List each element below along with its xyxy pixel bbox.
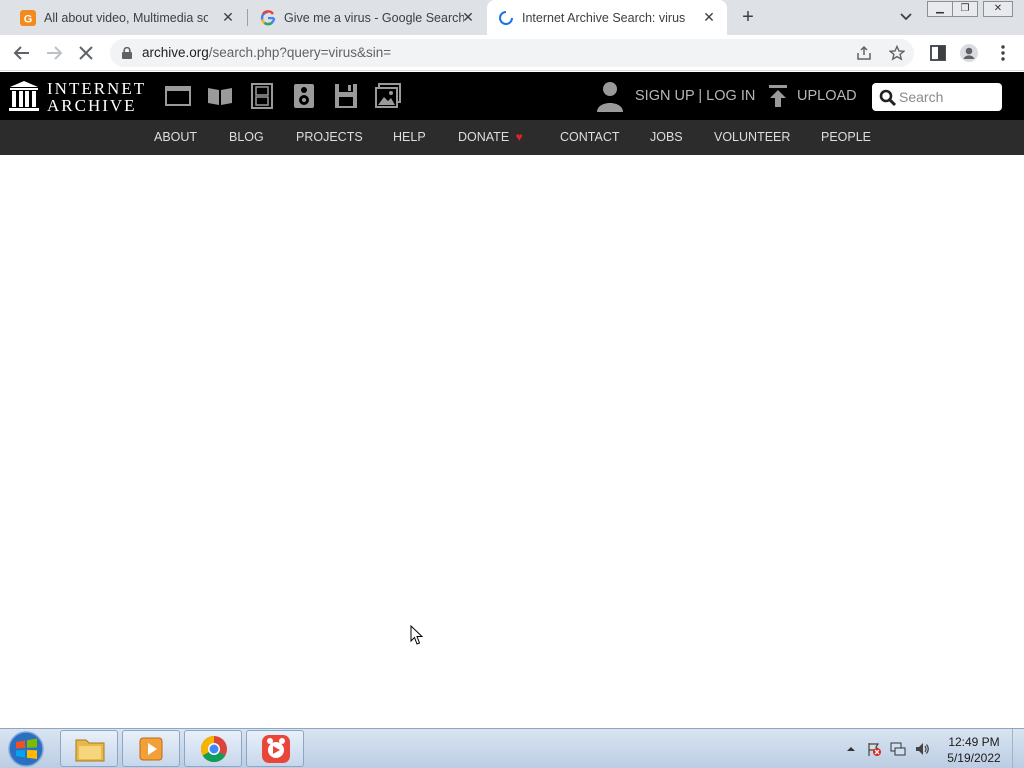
nav-blog[interactable]: BLOG xyxy=(229,130,264,144)
nav-projects[interactable]: PROJECTS xyxy=(296,130,363,144)
url-path: /search.php?query=virus&sin= xyxy=(208,45,392,60)
share-icon[interactable] xyxy=(856,45,872,61)
windows-taskbar: 12:49 PM 5/19/2022 xyxy=(0,728,1024,768)
browser-toolbar: archive.org/search.php?query=virus&sin= xyxy=(0,35,1024,71)
tab-google-search[interactable]: Give me a virus - Google Search ✕ xyxy=(248,0,486,35)
action-center-flag-icon[interactable] xyxy=(866,741,882,757)
menu-kebab-icon[interactable] xyxy=(993,43,1013,63)
tab-title: Internet Archive Search: virus xyxy=(522,10,686,25)
close-window-button[interactable]: ✕ xyxy=(983,1,1013,17)
archive-logo-icon[interactable] xyxy=(9,80,39,112)
minimize-window-button[interactable]: ▁ xyxy=(927,1,953,17)
nav-help[interactable]: HELP xyxy=(393,130,426,144)
side-panel-icon[interactable] xyxy=(928,43,948,63)
mouse-cursor-icon xyxy=(410,625,424,645)
archive-nav: ABOUT BLOG PROJECTS HELP DONATE ♥ CONTAC… xyxy=(0,120,1024,155)
page-content-area xyxy=(0,155,1024,728)
close-tab-icon[interactable]: ✕ xyxy=(220,9,236,25)
user-icon[interactable] xyxy=(596,80,624,112)
orange-g-favicon: G xyxy=(20,9,36,26)
upload-link[interactable]: UPLOAD xyxy=(797,88,857,104)
close-tab-icon[interactable]: ✕ xyxy=(701,9,717,25)
tab-archive-search[interactable]: Internet Archive Search: virus ✕ xyxy=(487,0,727,35)
nav-donate[interactable]: DONATE ♥ xyxy=(458,130,523,144)
heart-icon: ♥ xyxy=(515,130,523,144)
nav-contact[interactable]: CONTACT xyxy=(560,130,620,144)
taskbar-media-player[interactable] xyxy=(122,730,180,767)
taskbar-gom-player[interactable] xyxy=(246,730,304,767)
logo-line-2: ARCHIVE xyxy=(47,96,137,115)
upload-icon[interactable] xyxy=(768,84,788,108)
nav-people[interactable]: PEOPLE xyxy=(821,130,871,144)
tab-search-chevron-icon[interactable] xyxy=(898,8,914,24)
url-host: archive.org xyxy=(142,45,209,60)
nav-about[interactable]: ABOUT xyxy=(154,130,197,144)
archive-search-box[interactable] xyxy=(872,83,1002,111)
profile-avatar-icon[interactable] xyxy=(959,43,979,63)
signup-login-link[interactable]: SIGN UP | LOG IN xyxy=(635,88,755,104)
software-icon[interactable] xyxy=(333,83,359,109)
logo-line-1: INTERNET xyxy=(47,79,147,98)
tab-title: All about video, Multimedia software xyxy=(44,10,208,25)
screen: G All about video, Multimedia software ✕… xyxy=(0,0,1024,768)
texts-icon[interactable] xyxy=(207,83,233,109)
network-icon[interactable] xyxy=(890,741,906,757)
tab-title: Give me a virus - Google Search xyxy=(284,10,464,25)
chrome-icon xyxy=(200,735,227,763)
bookmark-star-icon[interactable] xyxy=(889,45,905,61)
archive-header: INTERNET ARCHIVE SIGN UP | LOG IN UPLOAD… xyxy=(0,72,1024,120)
start-button-icon[interactable] xyxy=(6,731,46,767)
web-icon[interactable] xyxy=(165,83,191,109)
video-icon[interactable] xyxy=(249,83,275,109)
nav-donate-label: DONATE xyxy=(458,130,510,144)
back-arrow-icon[interactable] xyxy=(12,43,32,63)
show-hidden-icons-icon[interactable] xyxy=(843,741,859,757)
clock-time: 12:49 PM xyxy=(948,735,1000,749)
nav-volunteer[interactable]: VOLUNTEER xyxy=(714,130,790,144)
clock-date: 5/19/2022 xyxy=(947,751,1001,765)
taskbar-chrome[interactable] xyxy=(184,730,242,767)
images-icon[interactable] xyxy=(375,83,401,109)
gom-player-icon xyxy=(262,735,290,763)
google-favicon xyxy=(260,9,276,25)
audio-icon[interactable] xyxy=(291,83,317,109)
loading-spinner-icon xyxy=(499,10,513,25)
show-desktop-button[interactable] xyxy=(1012,729,1024,768)
lock-icon[interactable] xyxy=(122,47,132,59)
taskbar-file-explorer[interactable] xyxy=(60,730,118,767)
new-tab-button[interactable]: + xyxy=(738,7,758,27)
forward-arrow-icon[interactable] xyxy=(44,43,64,63)
stop-loading-icon[interactable] xyxy=(76,43,96,63)
svg-text:G: G xyxy=(24,13,33,25)
volume-icon[interactable] xyxy=(914,741,930,757)
tab-strip: G All about video, Multimedia software ✕… xyxy=(0,0,1024,35)
search-input[interactable] xyxy=(899,87,997,107)
url-text[interactable]: archive.org/search.php?query=virus&sin= xyxy=(142,45,391,60)
tab-multimedia[interactable]: G All about video, Multimedia software ✕ xyxy=(0,0,246,35)
folder-icon xyxy=(75,739,105,762)
archive-logo-wordmark[interactable]: INTERNET ARCHIVE xyxy=(47,80,146,114)
search-icon[interactable] xyxy=(879,89,897,107)
nav-jobs[interactable]: JOBS xyxy=(650,130,683,144)
media-player-icon xyxy=(139,737,163,761)
system-clock[interactable]: 12:49 PM 5/19/2022 xyxy=(940,734,1008,766)
close-tab-icon[interactable]: ✕ xyxy=(460,9,476,25)
address-bar[interactable]: archive.org/search.php?query=virus&sin= xyxy=(110,39,914,67)
restore-window-button[interactable]: ❐ xyxy=(952,1,978,17)
